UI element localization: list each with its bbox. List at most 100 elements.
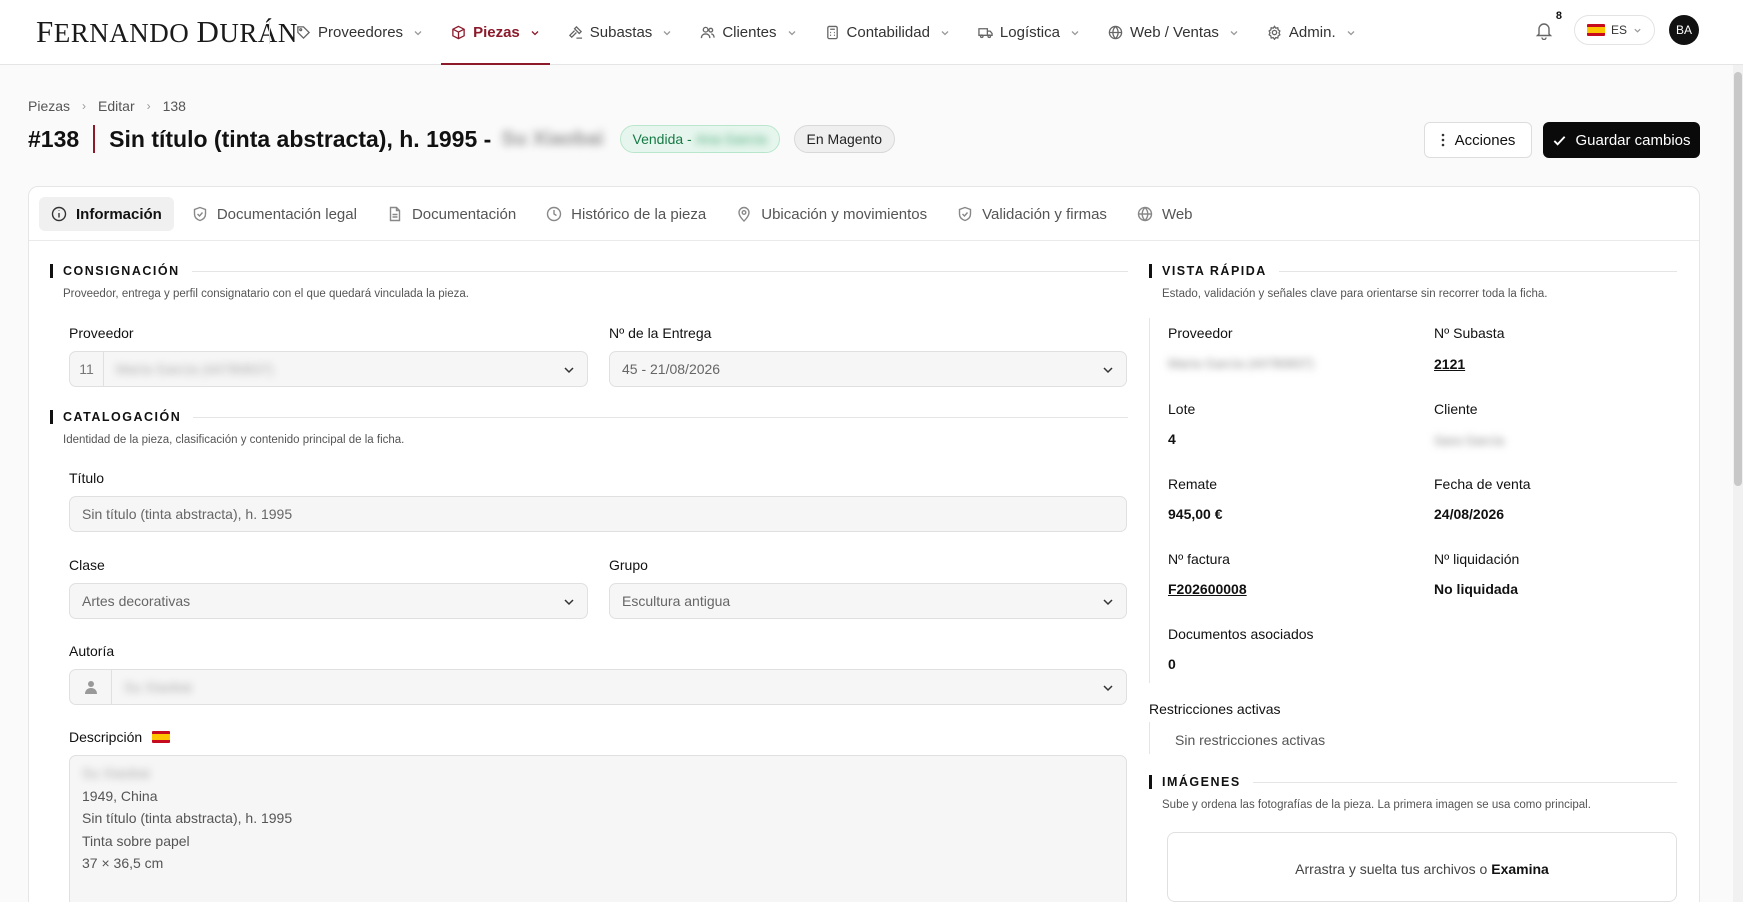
tab-informacion[interactable]: Información: [39, 197, 174, 231]
nav-contabilidad[interactable]: Contabilidad: [815, 0, 960, 65]
autoria-label: Autoría: [69, 643, 115, 659]
actions-button[interactable]: Acciones: [1424, 122, 1532, 158]
brand-divider: [269, 20, 270, 44]
user-avatar[interactable]: BA: [1669, 15, 1699, 45]
titulo-input[interactable]: Sin título (tinta abstracta), h. 1995: [69, 496, 1127, 532]
shield-check-icon: [958, 206, 972, 222]
tabs-divider: [29, 240, 1699, 241]
qv-remate-value: 945,00 €: [1168, 506, 1223, 522]
section-description: Proveedor, entrega y perfil consignatari…: [63, 288, 469, 300]
clase-select[interactable]: Artes decorativas: [69, 583, 588, 619]
calculator-icon: [826, 25, 838, 40]
breadcrumb-editar[interactable]: Editar: [98, 98, 135, 114]
chevron-down-icon: [414, 30, 422, 35]
titulo-label: Título: [69, 470, 105, 486]
tab-documentacion-legal[interactable]: Documentación legal: [180, 197, 369, 231]
autoria-blurred: Su Xiaobai: [124, 679, 192, 695]
info-icon: [51, 206, 67, 222]
nav-logistica[interactable]: Logística: [968, 0, 1090, 65]
qv-subasta-link[interactable]: 2121: [1434, 356, 1465, 372]
section-vista-rapida: VISTA RÁPIDA: [1149, 264, 1677, 278]
section-description: Identidad de la pieza, clasificación y c…: [63, 434, 405, 446]
check-icon: [1554, 135, 1566, 146]
status-badge: Vendida - Ana García: [619, 125, 780, 153]
proveedor-name-blurred: María García (44780837): [116, 361, 274, 377]
clase-label: Clase: [69, 557, 105, 573]
grupo-label: Grupo: [609, 557, 648, 573]
tab-web[interactable]: Web: [1125, 197, 1205, 231]
nav-admin[interactable]: Admin.: [1257, 0, 1366, 65]
image-dropzone[interactable]: Arrastra y suelta tus archivos o Examina: [1167, 832, 1677, 902]
section-consignacion: CONSIGNACIÓN: [50, 264, 1128, 278]
chevron-down-icon: [531, 30, 539, 35]
proveedor-select[interactable]: 11 María García (44780837): [69, 351, 588, 387]
gavel-icon: [568, 25, 582, 39]
nav-web-ventas[interactable]: Web / Ventas: [1098, 0, 1249, 65]
shield-icon: [193, 206, 207, 222]
nav-subastas[interactable]: Subastas: [558, 0, 683, 65]
breadcrumb-piezas[interactable]: Piezas: [28, 98, 70, 114]
clock-icon: [546, 206, 562, 222]
qv-liquidacion-value: No liquidada: [1434, 581, 1518, 597]
qv-docs-label: Documentos asociados: [1168, 626, 1314, 642]
descripcion-label: Descripción: [69, 729, 171, 745]
notifications-button[interactable]: 8: [1528, 10, 1562, 46]
qv-proveedor-label: Proveedor: [1168, 325, 1233, 341]
qv-restricciones-label: Restricciones activas: [1149, 701, 1281, 717]
tab-documentacion[interactable]: Documentación: [375, 197, 528, 231]
magento-badge: En Magento: [793, 125, 896, 153]
qv-liquidacion-label: Nº liquidación: [1434, 551, 1520, 567]
nav-clientes[interactable]: Clientes: [690, 0, 806, 65]
qv-docs-value: 0: [1168, 656, 1176, 672]
nav-proveedores[interactable]: Proveedores: [286, 0, 433, 65]
tab-ubicacion[interactable]: Ubicación y movimientos: [724, 197, 939, 231]
tab-historico[interactable]: Histórico de la pieza: [534, 197, 718, 231]
qv-cliente-label: Cliente: [1434, 401, 1478, 417]
section-catalogacion: CATALOGACIÓN: [50, 410, 1128, 424]
qv-lote-value: 4: [1168, 431, 1176, 447]
language-selector[interactable]: ES: [1573, 15, 1655, 45]
browse-link[interactable]: Examina: [1491, 861, 1549, 901]
qv-factura-link[interactable]: F202600008: [1168, 581, 1247, 597]
entrega-label: Nº de la Entrega: [609, 325, 712, 341]
autoria-select[interactable]: Su Xiaobai: [69, 669, 1127, 705]
spain-flag-icon: [1586, 24, 1605, 36]
qv-restricciones-value: Sin restricciones activas: [1175, 732, 1326, 748]
chevron-down-icon: [1230, 30, 1238, 35]
top-navbar: FERNANDO DURÁN Proveedores Piezas Subast…: [0, 0, 1743, 65]
person-icon: [70, 670, 112, 704]
piece-id: #138: [28, 125, 80, 152]
globe-icon: [1137, 206, 1153, 222]
descripcion-textarea[interactable]: Su Xiaobai 1949, China Sin título (tinta…: [69, 755, 1127, 902]
save-changes-button[interactable]: Guardar cambios: [1543, 122, 1700, 158]
chevron-down-icon: [1103, 367, 1113, 374]
qv-lote-label: Lote: [1168, 401, 1196, 417]
title-divider: [93, 125, 96, 153]
breadcrumb: Piezas › Editar › 138: [28, 98, 186, 114]
gear-icon: [1268, 25, 1281, 40]
chevron-right-icon: ›: [82, 99, 87, 113]
nav-piezas[interactable]: Piezas: [441, 0, 550, 65]
chevron-down-icon: [663, 30, 671, 35]
chevron-down-icon: [1071, 30, 1079, 35]
qv-fecha-value: 24/08/2026: [1434, 506, 1505, 522]
tab-bar: Información Documentación legal Document…: [39, 197, 1205, 231]
chevron-down-icon: [1103, 685, 1113, 692]
author-name-blurred: Su Xiaobai: [501, 127, 604, 150]
tab-validacion[interactable]: Validación y firmas: [945, 197, 1119, 231]
grupo-select[interactable]: Escultura antigua: [609, 583, 1127, 619]
proveedor-id: 11: [70, 352, 104, 386]
scrollbar-thumb[interactable]: [1734, 72, 1742, 486]
chevron-down-icon: [1634, 28, 1641, 33]
kebab-icon: [1441, 133, 1444, 147]
entrega-select[interactable]: 45 - 21/08/2026: [609, 351, 1127, 387]
cube-icon: [452, 25, 465, 40]
chevron-down-icon: [564, 599, 574, 606]
qv-fecha-label: Fecha de venta: [1434, 476, 1531, 492]
brand-logo[interactable]: FERNANDO DURÁN: [36, 14, 298, 50]
chevron-down-icon: [788, 30, 795, 35]
proveedor-label: Proveedor: [69, 325, 134, 341]
breadcrumb-current: 138: [162, 98, 186, 114]
qv-remate-label: Remate: [1168, 476, 1218, 492]
globe-icon: [1108, 25, 1123, 40]
